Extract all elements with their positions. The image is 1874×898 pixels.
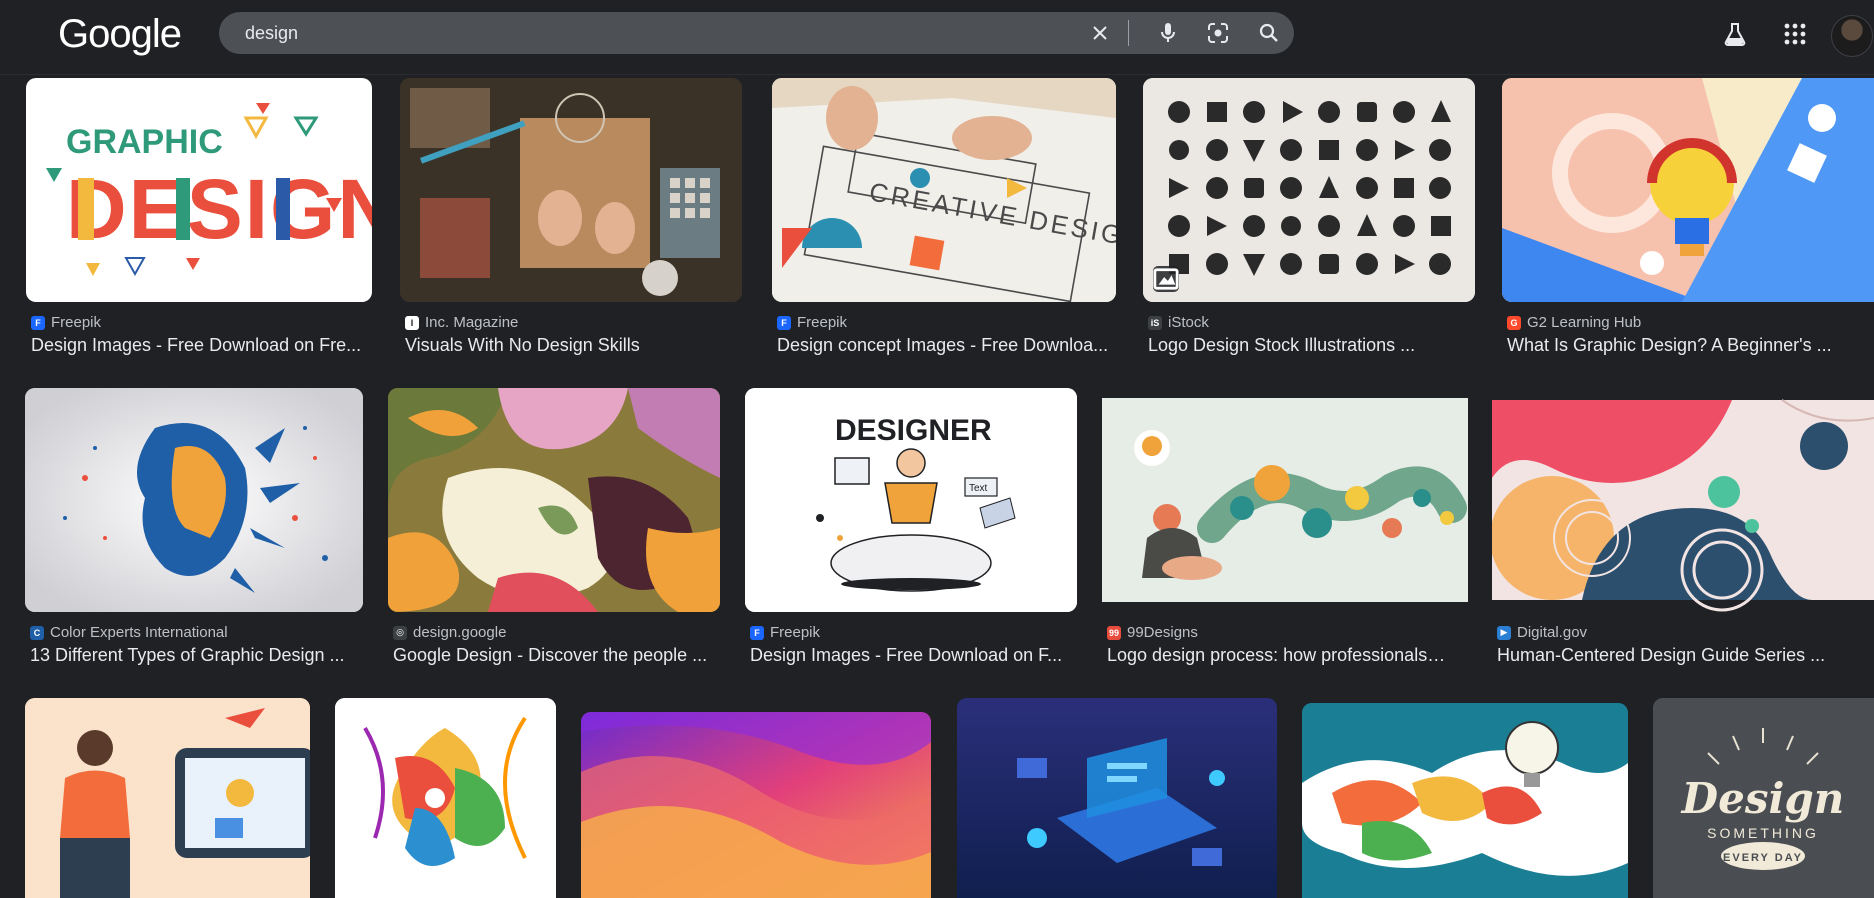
result-source[interactable]: I Inc. Magazine — [405, 314, 518, 331]
image-result[interactable] — [581, 712, 931, 898]
svg-text:GRAPHIC: GRAPHIC — [66, 123, 223, 161]
svg-text:EVERY DAY: EVERY DAY — [1723, 852, 1803, 864]
result-title[interactable]: What Is Graphic Design? A Beginner's ... — [1507, 335, 1847, 356]
microphone-icon[interactable] — [1156, 21, 1180, 45]
favicon-icon: F — [750, 625, 764, 640]
result-thumbnail[interactable]: DESIGNER Text — [745, 388, 1077, 612]
favicon-icon: G — [1507, 315, 1521, 330]
image-badge-icon — [1153, 266, 1179, 292]
header-divider — [0, 74, 1874, 75]
result-thumbnail[interactable] — [581, 712, 931, 898]
result-thumbnail[interactable] — [400, 78, 742, 302]
lens-icon[interactable] — [1206, 21, 1230, 45]
result-thumbnail[interactable]: GRAPHIC DESIGN — [26, 78, 372, 302]
result-source[interactable]: 99 99Designs — [1107, 624, 1198, 641]
result-source[interactable]: F Freepik — [750, 624, 820, 641]
clear-icon[interactable] — [1088, 21, 1112, 45]
favicon-icon: ▶ — [1497, 625, 1511, 640]
result-thumbnail[interactable]: Design SOMETHING EVERY DAY — [1653, 698, 1874, 898]
result-title[interactable]: Design Images - Free Download on Fre... — [31, 335, 371, 356]
result-title[interactable]: Logo Design Stock Illustrations ... — [1148, 335, 1474, 356]
favicon-icon: C — [30, 625, 44, 640]
search-icon[interactable] — [1257, 21, 1281, 45]
result-source[interactable]: ◎ design.google — [393, 624, 506, 641]
svg-text:DESIGNER: DESIGNER — [835, 414, 992, 447]
result-thumbnail[interactable]: CREATIVE DESIGN — [772, 78, 1116, 302]
result-title[interactable]: Visuals With No Design Skills — [405, 335, 741, 356]
favicon-icon: ◎ — [393, 625, 407, 640]
apps-grid-icon[interactable] — [1781, 20, 1809, 48]
image-result[interactable] — [335, 698, 556, 898]
result-source[interactable]: G G2 Learning Hub — [1507, 314, 1641, 331]
favicon-icon: 99 — [1107, 625, 1121, 640]
favicon-icon: F — [777, 315, 791, 330]
image-result[interactable]: ◎ design.google Google Design - Discover… — [388, 388, 720, 668]
result-thumbnail[interactable] — [1502, 78, 1874, 302]
svg-text:SOMETHING: SOMETHING — [1707, 825, 1819, 841]
image-result[interactable]: I Inc. Magazine Visuals With No Design S… — [400, 78, 742, 358]
svg-text:DESIGN: DESIGN — [66, 162, 372, 256]
result-thumbnail[interactable] — [1302, 703, 1628, 898]
result-source[interactable]: iS iStock — [1148, 314, 1209, 331]
image-result[interactable]: ▶ Digital.gov Human-Centered Design Guid… — [1492, 388, 1874, 668]
result-thumbnail[interactable] — [1102, 388, 1468, 612]
result-source[interactable]: F Freepik — [31, 314, 101, 331]
google-logo[interactable]: Google — [58, 12, 182, 57]
svg-text:Design: Design — [1681, 774, 1845, 823]
result-source[interactable]: ▶ Digital.gov — [1497, 624, 1587, 641]
result-title[interactable]: Design concept Images - Free Downloa... — [777, 335, 1117, 356]
image-result[interactable]: 99 99Designs Logo design process: how pr… — [1102, 388, 1468, 668]
result-thumbnail[interactable] — [1143, 78, 1475, 302]
result-title[interactable]: Logo design process: how professionals .… — [1107, 645, 1447, 666]
favicon-icon: I — [405, 315, 419, 330]
result-thumbnail[interactable] — [1492, 388, 1874, 612]
image-result[interactable]: C Color Experts International 13 Differe… — [25, 388, 363, 668]
result-thumbnail[interactable] — [957, 698, 1277, 898]
result-source[interactable]: F Freepik — [777, 314, 847, 331]
result-thumbnail[interactable] — [25, 388, 363, 612]
labs-flask-icon[interactable] — [1721, 20, 1749, 48]
search-input[interactable] — [245, 12, 1065, 54]
image-result[interactable]: DESIGNER Text F Freepik Design Images - … — [745, 388, 1077, 668]
result-title[interactable]: Design Images - Free Download on F... — [750, 645, 1076, 666]
image-result[interactable]: CREATIVE DESIGN F Freepik Design concept… — [772, 78, 1116, 358]
search-divider — [1128, 20, 1129, 46]
image-result[interactable]: G G2 Learning Hub What Is Graphic Design… — [1502, 78, 1874, 358]
result-source[interactable]: C Color Experts International — [30, 624, 228, 641]
result-title[interactable]: Google Design - Discover the people ... — [393, 645, 719, 666]
result-thumbnail[interactable] — [335, 698, 556, 898]
image-result[interactable] — [25, 698, 310, 898]
result-title[interactable]: Human-Centered Design Guide Series ... — [1497, 645, 1837, 666]
favicon-icon: iS — [1148, 315, 1162, 330]
image-result[interactable]: GRAPHIC DESIGN F Freepik Design Images -… — [26, 78, 372, 358]
favicon-icon: F — [31, 315, 45, 330]
result-title[interactable]: 13 Different Types of Graphic Design ... — [30, 645, 362, 666]
image-result[interactable] — [1302, 703, 1628, 898]
image-result[interactable]: Design SOMETHING EVERY DAY — [1653, 698, 1874, 898]
svg-text:Text: Text — [969, 483, 988, 494]
image-result[interactable] — [957, 698, 1277, 898]
search-box[interactable] — [219, 12, 1294, 54]
result-thumbnail[interactable] — [388, 388, 720, 612]
image-result[interactable]: iS iStock Logo Design Stock Illustration… — [1143, 78, 1475, 358]
header-bar: Google — [0, 0, 1874, 74]
result-thumbnail[interactable] — [25, 698, 310, 898]
account-avatar[interactable] — [1831, 15, 1873, 57]
